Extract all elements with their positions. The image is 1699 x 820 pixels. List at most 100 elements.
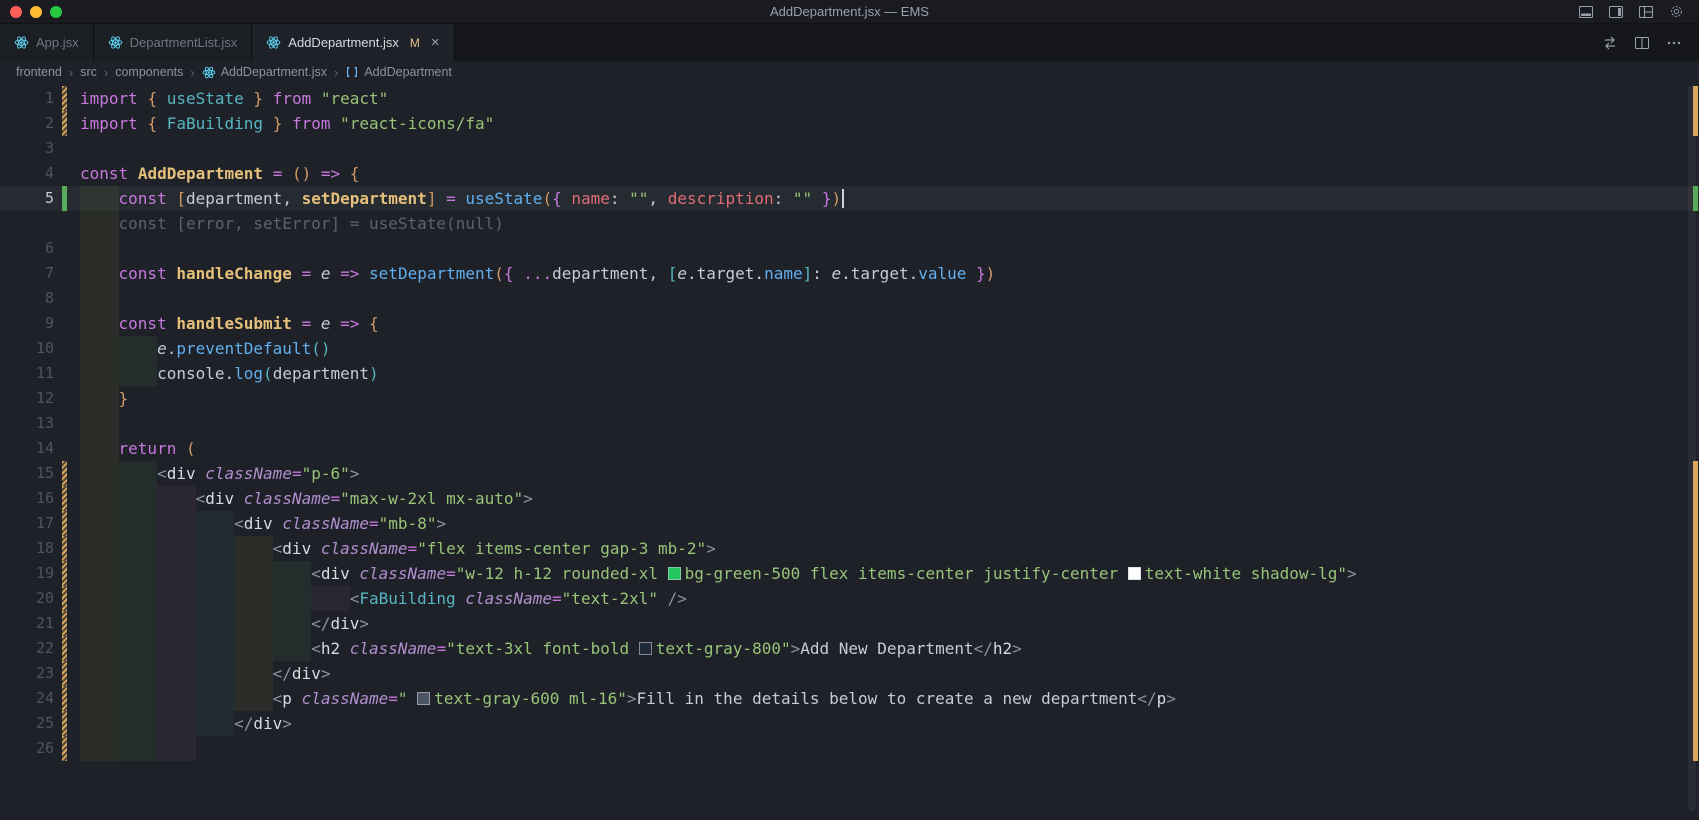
indent-guide [80, 511, 119, 536]
line-number: 20 [35, 589, 54, 607]
split-editor-icon[interactable] [1633, 34, 1651, 52]
breadcrumb-item-frontend[interactable]: frontend [16, 65, 62, 79]
toggle-secondary-sidebar-icon[interactable] [1607, 3, 1625, 21]
minimize-window-button[interactable] [30, 5, 42, 18]
code-line[interactable]: 21 </div> [0, 611, 1699, 636]
code-token: ( [494, 264, 504, 283]
tab-label: App.jsx [36, 35, 79, 50]
code-line[interactable]: 25 </div> [0, 711, 1699, 736]
code-token: div [282, 539, 312, 558]
breadcrumb-item-src[interactable]: src [80, 65, 97, 79]
code-line[interactable]: 20 <FaBuilding className="text-2xl" /> [0, 586, 1699, 611]
tab-app-jsx[interactable]: App.jsx [0, 24, 94, 61]
code-token: value [918, 264, 967, 283]
code-line[interactable]: 10 e.preventDefault() [0, 336, 1699, 361]
code-token: console [157, 364, 225, 383]
gutter: 4 [0, 161, 80, 186]
toggle-panel-icon[interactable] [1577, 3, 1595, 21]
code-token: /> [667, 589, 687, 608]
code-line[interactable]: 22 <h2 className="text-3xl font-bold tex… [0, 636, 1699, 661]
line-number: 8 [44, 289, 54, 307]
customize-layout-icon[interactable] [1637, 3, 1655, 21]
code-token: . [908, 264, 919, 283]
gutter: 21 [0, 611, 80, 636]
inline-suggestion-line[interactable]: const [error, setError] = useState(null) [0, 211, 1699, 236]
code-line[interactable]: 23 </div> [0, 661, 1699, 686]
line-number: 2 [44, 114, 54, 132]
traffic-lights [10, 5, 62, 18]
overview-decoration [1693, 186, 1698, 211]
code-line[interactable]: 1 import { useState } from "react" [0, 86, 1699, 111]
code-token: description [667, 189, 774, 208]
code-line[interactable]: 5 const [department, setDepartment] = us… [0, 186, 1699, 211]
indent-guide [157, 561, 196, 586]
indent-guide [80, 286, 119, 311]
tab-adddepartment-jsx[interactable]: AddDepartment.jsx M × [252, 24, 455, 61]
code-text: <div className="max-w-2xl mx-auto"> [80, 486, 1699, 511]
open-changes-icon[interactable] [1601, 34, 1619, 52]
code-editor[interactable]: 1 import { useState } from "react" 2 import… [0, 83, 1699, 820]
zoom-window-button[interactable] [50, 5, 62, 18]
gutter-diff-modified-indicator [62, 111, 67, 136]
line-number: 4 [44, 164, 54, 182]
code-token: </ [311, 614, 331, 633]
code-line[interactable]: 11 console.log(department) [0, 361, 1699, 386]
code-token: handleChange [176, 264, 292, 283]
code-line[interactable]: 4 const AddDepartment = () => { [0, 161, 1699, 186]
indent-guide [80, 411, 119, 436]
code-line[interactable]: 24 <p className=" text-gray-600 ml-16">F… [0, 686, 1699, 711]
breadcrumb-item-adddepartment-jsx[interactable]: AddDepartment.jsx [202, 65, 327, 79]
code-token: < [234, 514, 244, 533]
code-token: className [205, 464, 292, 483]
close-tab-icon[interactable]: × [431, 35, 440, 50]
code-line[interactable]: 17 <div className="mb-8"> [0, 511, 1699, 536]
code-line[interactable]: 19 <div className="w-12 h-12 rounded-xl … [0, 561, 1699, 586]
breadcrumb-item-adddepartment[interactable]: AddDepartment [345, 65, 452, 79]
code-line[interactable]: 9 const handleSubmit = e => { [0, 311, 1699, 336]
code-token: p [282, 689, 292, 708]
code-token: > [1012, 639, 1022, 658]
code-token: from [272, 89, 312, 108]
code-token: , [648, 189, 668, 208]
indent-guide [234, 536, 273, 561]
code-text: } [80, 386, 1699, 411]
code-line[interactable]: 12 } [0, 386, 1699, 411]
indent-guide [80, 611, 119, 636]
indent-guide [80, 561, 119, 586]
tab-departmentlist-jsx[interactable]: DepartmentList.jsx [93, 24, 253, 61]
code-line[interactable]: 8 [0, 286, 1699, 311]
indent-guide [195, 636, 235, 661]
gutter-diff-modified-indicator [62, 486, 67, 511]
code-line[interactable]: 7 const handleChange = e => setDepartmen… [0, 261, 1699, 286]
indent-guide [195, 661, 235, 686]
code-token: , [648, 264, 668, 283]
settings-gear-icon[interactable] [1667, 3, 1685, 21]
code-line[interactable]: 16 <div className="max-w-2xl mx-auto"> [0, 486, 1699, 511]
more-actions-icon[interactable] [1665, 34, 1683, 52]
code-line[interactable]: 14 return ( [0, 436, 1699, 461]
code-line[interactable]: 2 import { FaBuilding } from "react-icons… [0, 111, 1699, 136]
code-token: department [272, 364, 370, 383]
breadcrumb-item-components[interactable]: components [115, 65, 183, 79]
code-line[interactable]: 6 [0, 236, 1699, 261]
code-line[interactable]: 15 <div className="p-6"> [0, 461, 1699, 486]
code-line[interactable]: 13 [0, 411, 1699, 436]
code-line[interactable]: 18 <div className="flex items-center gap… [0, 536, 1699, 561]
code-token: = [272, 164, 283, 183]
code-line[interactable]: 3 [0, 136, 1699, 161]
code-line[interactable]: 26 [0, 736, 1699, 761]
code-token: </ [234, 714, 254, 733]
code-token: [ [667, 264, 678, 283]
gutter: 19 [0, 561, 80, 586]
close-window-button[interactable] [10, 5, 22, 18]
code-token: = [446, 189, 456, 208]
code-token: </ [272, 664, 292, 683]
gutter: 13 [0, 411, 80, 436]
color-swatch [638, 642, 652, 655]
react [14, 35, 29, 50]
